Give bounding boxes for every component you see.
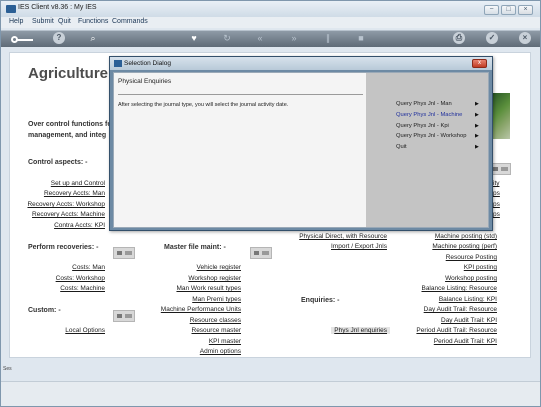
machine-performance-units-link[interactable]: Machine Performance Units bbox=[161, 306, 241, 313]
costs-workshop-link[interactable]: Costs: Workshop bbox=[56, 275, 105, 282]
phys-jnl-enquiries-link[interactable]: Phys Jnl enquiries bbox=[331, 327, 390, 334]
search-icon[interactable]: ⌕ bbox=[87, 32, 99, 44]
option-query-phys-jnl-kpi[interactable]: Query Phys Jnl - Kpi bbox=[396, 123, 449, 129]
rewind-icon[interactable]: « bbox=[254, 32, 266, 44]
menu-commands[interactable]: Commands bbox=[112, 18, 148, 25]
master-file-heading: Master file maint: - bbox=[164, 244, 226, 251]
key-icon-shaft bbox=[17, 39, 33, 41]
dialog-info-panel: Physical Enquiries After selecting the j… bbox=[114, 73, 366, 227]
menu-submit[interactable]: Submit bbox=[32, 18, 54, 25]
resource-master-link[interactable]: Resource master bbox=[192, 327, 242, 334]
page-description: Over control functions fo management, an… bbox=[28, 121, 112, 139]
period-audit-trail-resource-link[interactable]: Period Audit Trail: Resource bbox=[416, 327, 497, 334]
minimize-button[interactable]: − bbox=[484, 5, 499, 15]
app-window: IES Client v8.36 : My IES − □ × Help Sub… bbox=[0, 0, 541, 407]
menu-quit[interactable]: Quit bbox=[58, 18, 71, 25]
import-export-jnls-link[interactable]: Import / Export Jnls bbox=[331, 243, 387, 250]
menu-bar: Help Submit Quit Functions Commands bbox=[1, 17, 540, 28]
costs-machine-link[interactable]: Costs: Machine bbox=[60, 285, 105, 292]
window-close-button[interactable]: × bbox=[518, 5, 533, 15]
option-query-phys-jnl-machine[interactable]: Query Phys Jnl - Machine bbox=[396, 112, 462, 118]
submenu-arrow-icon: ▶ bbox=[475, 112, 479, 118]
period-audit-trail-kpi-link[interactable]: Period Audit Trail: KPI bbox=[434, 338, 497, 345]
resource-classes-link[interactable]: Resource classes bbox=[190, 317, 241, 324]
dialog-divider bbox=[118, 94, 363, 95]
costs-man-link[interactable]: Costs: Man bbox=[72, 264, 105, 271]
admin-options-link[interactable]: Admin options bbox=[200, 348, 241, 355]
right-link-fragment[interactable]: ps bbox=[493, 201, 500, 208]
session-side-tab[interactable]: Ses bbox=[3, 366, 12, 372]
dialog-close-button[interactable]: x bbox=[472, 59, 487, 68]
check-icon[interactable]: ✓ bbox=[486, 32, 498, 44]
kpi-master-link[interactable]: KPI master bbox=[209, 338, 241, 345]
dialog-options-panel: Query Phys Jnl - Man ▶ Query Phys Jnl - … bbox=[366, 73, 488, 227]
right-link-fragment[interactable]: ity bbox=[493, 180, 500, 187]
dialog-instruction: After selecting the journal type, you wi… bbox=[118, 102, 289, 108]
selection-dialog: Selection Dialog x Physical Enquiries Af… bbox=[109, 56, 493, 231]
dialog-title-bar[interactable]: Selection Dialog x bbox=[110, 57, 492, 70]
local-options-link[interactable]: Local Options bbox=[65, 327, 105, 334]
dialog-body: Physical Enquiries After selecting the j… bbox=[113, 72, 489, 228]
master-file-icon bbox=[250, 247, 272, 259]
control-aspects-heading: Control aspects: - bbox=[28, 159, 88, 166]
perform-recoveries-icon bbox=[113, 247, 135, 259]
option-query-phys-jnl-man[interactable]: Query Phys Jnl - Man bbox=[396, 101, 452, 107]
contra-accts-kpi-link[interactable]: Contra Accts: KPI bbox=[54, 222, 105, 229]
menu-functions[interactable]: Functions bbox=[78, 18, 108, 25]
custom-icon bbox=[113, 310, 135, 322]
dialog-heading: Physical Enquiries bbox=[118, 78, 172, 85]
dialog-title: Selection Dialog bbox=[124, 60, 171, 67]
vehicle-register-link[interactable]: Vehicle register bbox=[197, 264, 241, 271]
window-title: IES Client v8.36 : My IES bbox=[18, 4, 97, 11]
title-bar: IES Client v8.36 : My IES − □ × bbox=[1, 1, 540, 17]
set-up-and-control-link[interactable]: Set up and Control bbox=[51, 180, 105, 187]
enquiries-heading: Enquiries: - bbox=[301, 297, 340, 304]
option-quit[interactable]: Quit bbox=[396, 144, 407, 150]
recovery-accts-machine-link[interactable]: Recovery Accts: Machine bbox=[32, 211, 105, 218]
kpi-posting-link[interactable]: KPI posting bbox=[464, 264, 497, 271]
workshop-posting-link[interactable]: Workshop posting bbox=[445, 275, 497, 282]
recovery-accts-workshop-link[interactable]: Recovery Accts: Workshop bbox=[27, 201, 105, 208]
right-link-fragment[interactable]: ps bbox=[493, 211, 500, 218]
refresh-icon[interactable]: ↻ bbox=[221, 32, 233, 44]
day-audit-trail-kpi-link[interactable]: Day Audit Trail: KPI bbox=[441, 317, 497, 324]
menu-help[interactable]: Help bbox=[9, 18, 23, 25]
right-link-fragment[interactable]: ps bbox=[493, 190, 500, 197]
submenu-arrow-icon: ▶ bbox=[475, 123, 479, 129]
submenu-arrow-icon: ▶ bbox=[475, 144, 479, 150]
fast-forward-icon[interactable]: » bbox=[288, 32, 300, 44]
man-premi-types-link[interactable]: Man Premi types bbox=[192, 296, 241, 303]
pause-icon[interactable]: ∥ bbox=[322, 32, 334, 44]
print-icon[interactable]: ⎙ bbox=[453, 32, 465, 44]
dialog-app-icon bbox=[114, 60, 122, 67]
help-icon[interactable]: ? bbox=[53, 32, 65, 44]
close-icon[interactable]: × bbox=[519, 32, 531, 44]
stop-icon[interactable]: ■ bbox=[355, 32, 367, 44]
custom-heading: Custom: - bbox=[28, 307, 61, 314]
app-icon bbox=[6, 5, 16, 13]
workshop-register-link[interactable]: Workshop register bbox=[188, 275, 241, 282]
balance-listing-kpi-link[interactable]: Balance Listing: KPI bbox=[439, 296, 497, 303]
physical-direct-link[interactable]: Physical Direct, with Resource bbox=[299, 233, 387, 240]
heart-icon[interactable]: ♥ bbox=[188, 32, 200, 44]
day-audit-trail-resource-link[interactable]: Day Audit Trail: Resource bbox=[424, 306, 497, 313]
status-bar bbox=[1, 381, 540, 406]
resource-posting-link[interactable]: Resource Posting bbox=[446, 254, 497, 261]
option-query-phys-jnl-workshop[interactable]: Query Phys Jnl - Workshop bbox=[396, 133, 466, 139]
perform-recoveries-heading: Perform recoveries: - bbox=[28, 244, 99, 251]
maximize-button[interactable]: □ bbox=[501, 5, 516, 15]
man-work-result-types-link[interactable]: Man Work result types bbox=[176, 285, 241, 292]
machine-posting-perf-link[interactable]: Machine posting (perf) bbox=[432, 243, 497, 250]
submenu-arrow-icon: ▶ bbox=[475, 133, 479, 139]
recovery-accts-man-link[interactable]: Recovery Accts: Man bbox=[44, 190, 105, 197]
submenu-arrow-icon: ▶ bbox=[475, 101, 479, 107]
balance-listing-resource-link[interactable]: Balance Listing: Resource bbox=[421, 285, 497, 292]
machine-posting-std-link[interactable]: Machine posting (std) bbox=[435, 233, 497, 240]
